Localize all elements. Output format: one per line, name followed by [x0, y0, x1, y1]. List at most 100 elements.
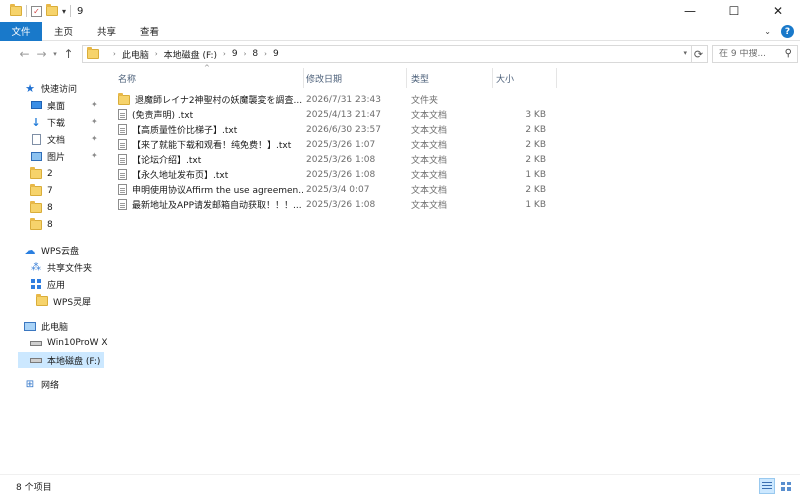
sidebar-item-shared-folder[interactable]: ⁂ 共享文件夹 [30, 259, 92, 275]
text-file-icon [118, 124, 127, 135]
chevron-right-icon[interactable]: › [155, 50, 158, 58]
sidebar-item-downloads[interactable]: ↓ 下载 [30, 114, 65, 130]
sidebar-item-label: 快速访问 [41, 84, 78, 95]
sidebar-item-folder[interactable]: 8 [30, 217, 53, 233]
maximize-button[interactable]: ☐ [712, 0, 756, 22]
file-row[interactable]: (免责声明) .txt 2025/4/13 21:47 文本文档 3 KB [106, 107, 666, 122]
documents-icon [30, 133, 42, 145]
pin-icon[interactable]: ✦ [91, 134, 98, 143]
pin-icon[interactable]: ✦ [91, 151, 98, 160]
search-input[interactable] [719, 49, 777, 59]
column-divider[interactable] [303, 68, 304, 88]
tab-home[interactable]: 主页 [42, 22, 85, 41]
file-row[interactable]: 【来了就能下载和观看！纯免费！】.txt 2025/3/26 1:07 文本文档… [106, 137, 666, 152]
back-button[interactable]: ← [16, 44, 33, 64]
column-header-name[interactable]: 名称 [118, 70, 304, 86]
sidebar-item-documents[interactable]: 文档 [30, 131, 65, 147]
file-row[interactable]: 【永久地址发布页】.txt 2025/3/26 1:08 文本文档 1 KB [106, 167, 666, 182]
sidebar-item-label: 本地磁盘 (F:) [47, 356, 101, 367]
sidebar-item-network[interactable]: ⊞ 网络 [24, 376, 59, 392]
tab-file[interactable]: 文件 [0, 21, 42, 41]
chevron-right-icon[interactable]: › [113, 50, 116, 58]
address-dropdown-icon[interactable]: ▾ [683, 49, 687, 57]
file-row[interactable]: 最新地址及APP请发邮箱自动获取！！！... 2025/3/26 1:08 文本… [106, 197, 666, 212]
chevron-right-icon[interactable]: › [264, 50, 267, 58]
file-date: 2026/7/31 23:43 [306, 94, 381, 105]
folder-icon [30, 167, 42, 180]
file-row[interactable]: 退魔師レイナ2神聖村の妖魔襲変を調査... 2026/7/31 23:43 文件… [106, 92, 666, 107]
sidebar-item-folder[interactable]: 8 [30, 200, 53, 216]
sidebar-item-label: 图片 [47, 152, 66, 163]
file-row[interactable]: 【高质量性价比梯子】.txt 2026/6/30 23:57 文本文档 2 KB [106, 122, 666, 137]
column-header-date[interactable]: 修改日期 [306, 70, 406, 86]
minimize-button[interactable]: — [668, 0, 712, 22]
recent-locations-dropdown[interactable]: ▾ [50, 44, 60, 64]
sidebar-item-folder[interactable]: 2 [30, 166, 53, 182]
toolbar-divider [26, 5, 27, 17]
pin-icon[interactable]: ✦ [91, 100, 98, 109]
toolbar-divider [70, 5, 72, 17]
sidebar-item-label: 文档 [47, 135, 66, 146]
search-icon[interactable]: ⚲ [785, 48, 792, 59]
search-box[interactable]: ⚲ [712, 45, 798, 63]
sidebar-item-this-pc[interactable]: 此电脑 [24, 318, 68, 334]
sidebar-item-label: Win10ProW X [47, 338, 108, 348]
large-icons-view-button[interactable] [778, 478, 794, 494]
breadcrumb-current[interactable]: 9 [273, 49, 279, 59]
breadcrumb-folder[interactable]: 9 [232, 49, 238, 59]
file-row[interactable]: 申明使用协议Affirm the use agreemen... 2025/3/… [106, 182, 666, 197]
expand-ribbon-icon[interactable]: ⌄ [764, 27, 771, 36]
download-icon: ↓ [31, 115, 41, 129]
share-icon: ⁂ [31, 261, 41, 273]
sidebar-item-wps-app[interactable]: WPS灵犀 [36, 293, 91, 309]
chevron-right-icon[interactable]: › [244, 50, 247, 58]
sidebar-item-pictures[interactable]: 图片 [30, 148, 65, 164]
file-name: 申明使用协议Affirm the use agreemen... [132, 186, 304, 196]
window-title: 9 [77, 5, 84, 17]
item-count: 8 个项目 [16, 483, 52, 493]
column-divider[interactable] [406, 68, 407, 88]
breadcrumb-drive[interactable]: 本地磁盘 (F:) [164, 48, 217, 61]
folder-icon [30, 184, 42, 197]
sidebar-item-quick-access[interactable]: ★ 快速访问 [24, 80, 77, 96]
pin-icon[interactable]: ✦ [91, 117, 98, 126]
sidebar-item-local-disk[interactable]: 本地磁盘 (F:) [18, 352, 104, 368]
refresh-button[interactable]: ⟳ [690, 45, 708, 63]
new-folder-icon[interactable] [46, 4, 58, 16]
properties-icon[interactable]: ✓ [31, 5, 42, 17]
file-row[interactable]: 【论坛介绍】.txt 2025/3/26 1:08 文本文档 2 KB [106, 152, 666, 167]
column-header-type[interactable]: 类型 [411, 70, 491, 86]
column-divider[interactable] [556, 68, 557, 88]
details-view-button[interactable] [759, 478, 775, 494]
sidebar-item-drive[interactable]: Win10ProW X [30, 335, 108, 351]
breadcrumb-this-pc[interactable]: 此电脑 [122, 48, 149, 61]
file-name: (免责声明) .txt [132, 111, 194, 121]
file-date: 2025/3/4 0:07 [306, 184, 370, 195]
file-type: 文件夹 [411, 96, 439, 106]
help-icon[interactable]: ? [781, 25, 794, 38]
tab-share[interactable]: 共享 [85, 22, 128, 41]
chevron-right-icon[interactable]: › [223, 50, 226, 58]
quick-access-toolbar: ✓ ▾ [0, 4, 72, 17]
customize-toolbar-dropdown-icon[interactable]: ▾ [62, 7, 66, 16]
file-date: 2025/4/13 21:47 [306, 109, 381, 120]
address-bar[interactable]: › 此电脑 › 本地磁盘 (F:) › 9 › 8 › 9 ▾ [82, 45, 692, 63]
sidebar-item-folder[interactable]: 7 [30, 183, 53, 199]
file-name-cell: 【高质量性价比梯子】.txt [118, 122, 304, 137]
apps-icon [30, 279, 42, 290]
file-date: 2025/3/26 1:08 [306, 169, 376, 180]
column-header-size[interactable]: 大小 [496, 70, 556, 86]
file-name-cell: (免责声明) .txt [118, 107, 304, 122]
file-name-cell: 【永久地址发布页】.txt [118, 167, 304, 182]
sidebar-item-apps[interactable]: 应用 [30, 276, 65, 292]
tab-view[interactable]: 查看 [128, 22, 171, 41]
column-divider[interactable] [492, 68, 493, 88]
forward-button[interactable]: → [33, 44, 50, 64]
breadcrumb-folder[interactable]: 8 [252, 49, 258, 59]
sidebar-item-wps-cloud[interactable]: ☁ WPS云盘 [24, 242, 80, 258]
drive-icon [30, 355, 42, 366]
sidebar-item-desktop[interactable]: 桌面 [30, 97, 65, 113]
folder-icon [118, 92, 130, 105]
up-button[interactable]: ↑ [60, 44, 77, 64]
close-button[interactable]: ✕ [756, 0, 800, 22]
